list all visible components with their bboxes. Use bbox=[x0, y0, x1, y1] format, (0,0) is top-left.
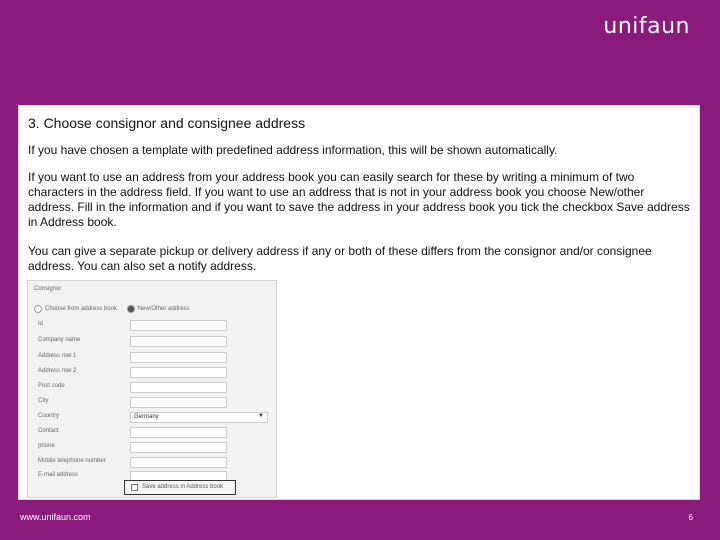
country-value: Germany bbox=[134, 414, 159, 420]
paragraph-separate-address: You can give a separate pickup or delive… bbox=[28, 244, 652, 273]
save-address-checkbox[interactable] bbox=[131, 484, 138, 491]
country-select[interactable]: Germany ▼ bbox=[130, 412, 268, 423]
company-name-field[interactable] bbox=[130, 336, 227, 347]
label-city: City bbox=[38, 398, 49, 404]
mobile-field[interactable] bbox=[130, 457, 227, 468]
phone-field[interactable] bbox=[130, 442, 227, 453]
page-number: 6 bbox=[688, 513, 693, 522]
label-mobile: Mobile telephone number bbox=[38, 458, 106, 464]
radio-choose-from-book[interactable] bbox=[34, 305, 42, 313]
consignor-form-screenshot: Consignor Choose from address book New/O… bbox=[27, 280, 277, 498]
id-field[interactable] bbox=[130, 320, 227, 331]
label-post-code: Post code bbox=[38, 383, 65, 389]
address-row-1-field[interactable] bbox=[130, 352, 227, 363]
label-company-name: Company name bbox=[38, 337, 81, 343]
radio-label-new: New/Other address bbox=[137, 306, 190, 312]
label-phone: phone bbox=[38, 443, 55, 449]
paragraph-address-book: If you want to use an address from your … bbox=[28, 170, 690, 229]
address-row-2-field[interactable] bbox=[130, 367, 227, 378]
label-country: Country bbox=[38, 413, 60, 419]
unifaun-logo: unifaun bbox=[603, 14, 690, 39]
label-address-row-1: Address row 1 bbox=[38, 353, 77, 359]
label-id: Id bbox=[38, 321, 44, 327]
city-field[interactable] bbox=[130, 397, 227, 408]
contact-field[interactable] bbox=[130, 427, 227, 438]
footer-url[interactable]: www.unifaun.com bbox=[20, 512, 91, 522]
content-card: 3. Choose consignor and consignee addres… bbox=[18, 105, 700, 500]
form-title: Consignor bbox=[34, 286, 62, 292]
save-address-label: Save address in Address book bbox=[142, 484, 224, 490]
chevron-down-icon: ▼ bbox=[258, 413, 264, 419]
save-address-checkbox-highlight: Save address in Address book bbox=[124, 480, 236, 495]
paragraph-template-info: If you have chosen a template with prede… bbox=[28, 143, 558, 157]
radio-new-other[interactable] bbox=[126, 305, 135, 313]
label-address-row-2: Address row 2 bbox=[38, 368, 77, 374]
label-email: E-mail address bbox=[38, 472, 79, 478]
radio-label-choose: Choose from address book bbox=[45, 306, 118, 312]
address-source-radios: Choose from address book New/Other addre… bbox=[34, 305, 197, 313]
section-heading: 3. Choose consignor and consignee addres… bbox=[28, 115, 306, 131]
post-code-field[interactable] bbox=[130, 382, 227, 393]
label-contact: Contact bbox=[38, 428, 59, 434]
